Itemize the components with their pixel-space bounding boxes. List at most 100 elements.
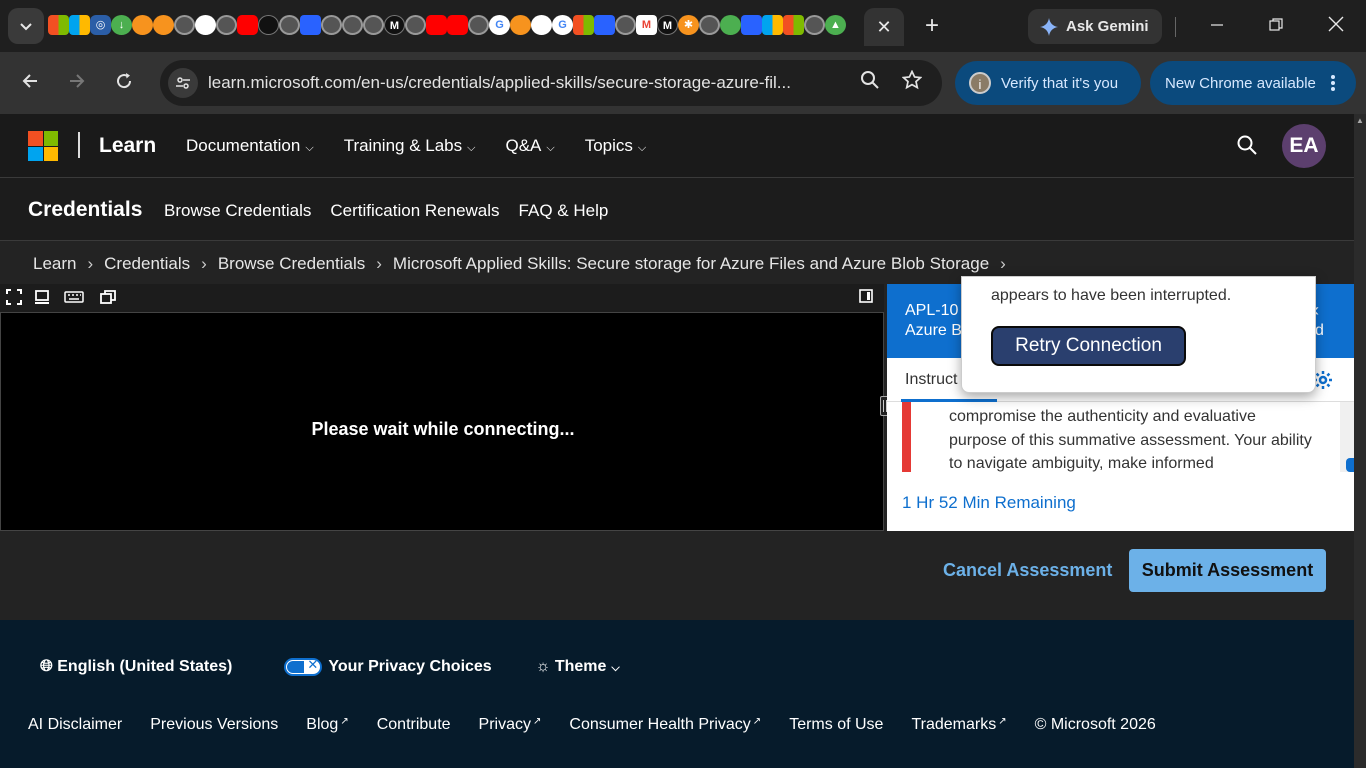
site-info-button[interactable] [168,68,198,98]
tab-favicon[interactable]: M [636,15,657,35]
scrollbar-thumb[interactable] [1346,458,1354,472]
nav-faq-help[interactable]: FAQ & Help [519,201,609,221]
back-button[interactable] [13,66,47,100]
nav-topics[interactable]: Topics ⌵ [585,136,647,156]
chrome-update-button[interactable]: New Chrome available [1150,61,1356,105]
zoom-button[interactable] [857,70,883,96]
privacy-choices-link[interactable]: ✕ Your Privacy Choices [284,657,492,676]
tab-favicon[interactable] [573,15,594,35]
user-avatar[interactable]: EA [1282,124,1326,168]
tab-favicon[interactable] [531,15,552,35]
split-window-button[interactable] [100,289,118,305]
tab-favicon[interactable] [615,15,636,35]
nav-documentation[interactable]: Documentation ⌵ [186,136,314,156]
gear-icon [1314,371,1332,389]
tab-favicon[interactable] [69,15,90,35]
scroll-up-icon[interactable]: ▲ [1356,116,1364,125]
credentials-title[interactable]: Credentials [28,198,142,222]
tab-favicon[interactable]: ◎ [90,15,111,35]
tab-favicon[interactable] [153,15,174,35]
tab-favicon[interactable] [174,15,195,35]
cancel-assessment-button[interactable]: Cancel Assessment [943,560,1112,581]
tab-favicon[interactable] [741,15,762,35]
tab-favicon[interactable]: ✱ [678,15,699,35]
site-search-button[interactable] [1236,134,1262,160]
tab-favicon[interactable] [405,15,426,35]
time-remaining: 1 Hr 52 Min Remaining [902,493,1076,512]
tab-favicon[interactable] [510,15,531,35]
tab-favicon[interactable]: M [657,15,678,35]
tab-favicon[interactable] [804,15,825,35]
footer-trademarks[interactable]: Trademarks ↗ [911,716,1006,734]
language-selector[interactable]: 🌐︎ English (United States) [40,658,232,676]
tab-favicon[interactable] [48,15,69,35]
tab-favicon[interactable]: G [489,15,510,35]
monitor-icon [35,290,49,304]
footer-contribute[interactable]: Contribute [377,716,451,734]
new-tab-button[interactable]: + [918,12,946,40]
breadcrumb-browse-credentials[interactable]: Browse Credentials [218,254,365,274]
nav-training-labs[interactable]: Training & Labs ⌵ [344,136,476,156]
tab-favicon[interactable] [321,15,342,35]
toggle-panel-button[interactable] [859,289,877,305]
breadcrumb-learn[interactable]: Learn [33,254,76,274]
tab-favicon[interactable] [783,15,804,35]
tab-favicon[interactable] [132,15,153,35]
tab-favicon[interactable] [426,15,447,35]
tab-favicon[interactable] [237,15,258,35]
tab-favicon[interactable] [300,15,321,35]
breadcrumb-current[interactable]: Microsoft Applied Skills: Secure storage… [393,254,989,274]
ask-gemini-button[interactable]: Ask Gemini [1028,9,1162,44]
nav-certification-renewals[interactable]: Certification Renewals [330,201,499,221]
minimize-button[interactable] [1202,12,1232,40]
nav-qa[interactable]: Q&A ⌵ [505,136,554,156]
credentials-header: Credentials Browse Credentials Certifica… [0,178,1354,241]
learn-brand-link[interactable]: Learn [99,134,156,158]
tab-favicon[interactable] [216,15,237,35]
settings-button[interactable] [1313,370,1333,390]
tab-favicon[interactable] [468,15,489,35]
bookmark-button[interactable] [899,69,925,96]
tab-favicon[interactable] [447,15,468,35]
forward-button[interactable] [60,66,94,100]
tab-favicon[interactable]: ↓ [111,15,132,35]
retry-connection-button[interactable]: Retry Connection [991,326,1186,366]
tab-favicon[interactable] [279,15,300,35]
verify-identity-button[interactable]: i Verify that it's you [955,61,1141,105]
submit-assessment-button[interactable]: Submit Assessment [1129,549,1326,592]
keyboard-button[interactable] [64,289,84,305]
fullscreen-button[interactable] [6,289,24,305]
nav-browse-credentials[interactable]: Browse Credentials [164,201,311,221]
restore-button[interactable] [1261,12,1291,40]
tab-instructions[interactable]: Instruct [905,371,957,389]
virtual-machine-screen[interactable]: Please wait while connecting... [0,312,884,531]
theme-selector[interactable]: ☼ Theme ⌵ [536,658,620,676]
footer-ai-disclaimer[interactable]: AI Disclaimer [28,716,122,734]
tab-favicon[interactable] [363,15,384,35]
close-window-button[interactable] [1321,12,1351,40]
vm-commands-button[interactable] [34,289,52,305]
footer-privacy[interactable]: Privacy ↗ [479,716,542,734]
footer-previous-versions[interactable]: Previous Versions [150,716,278,734]
tab-favicon[interactable]: M [384,15,405,35]
footer-terms-of-use[interactable]: Terms of Use [789,716,883,734]
microsoft-logo-icon[interactable] [28,131,58,161]
address-bar[interactable]: learn.microsoft.com/en-us/credentials/ap… [160,60,942,106]
tab-favicon[interactable] [699,15,720,35]
tab-favicon[interactable] [342,15,363,35]
tab-search-button[interactable] [8,8,44,44]
active-tab-close-button[interactable]: ✕ [864,8,904,46]
tab-favicon[interactable] [762,15,783,35]
footer-consumer-health-privacy[interactable]: Consumer Health Privacy ↗ [569,716,761,734]
tab-favicon[interactable] [258,15,279,35]
tab-favicon[interactable]: ▲ [825,15,846,35]
more-vert-icon [1331,75,1335,91]
page-scrollbar[interactable]: ▲ [1354,114,1366,768]
tab-favicon[interactable]: G [552,15,573,35]
footer-blog[interactable]: Blog ↗ [306,716,348,734]
tab-favicon[interactable] [594,15,615,35]
breadcrumb-credentials[interactable]: Credentials [104,254,190,274]
reload-button[interactable] [107,66,141,100]
tab-favicon[interactable] [720,15,741,35]
tab-favicon[interactable] [195,15,216,35]
